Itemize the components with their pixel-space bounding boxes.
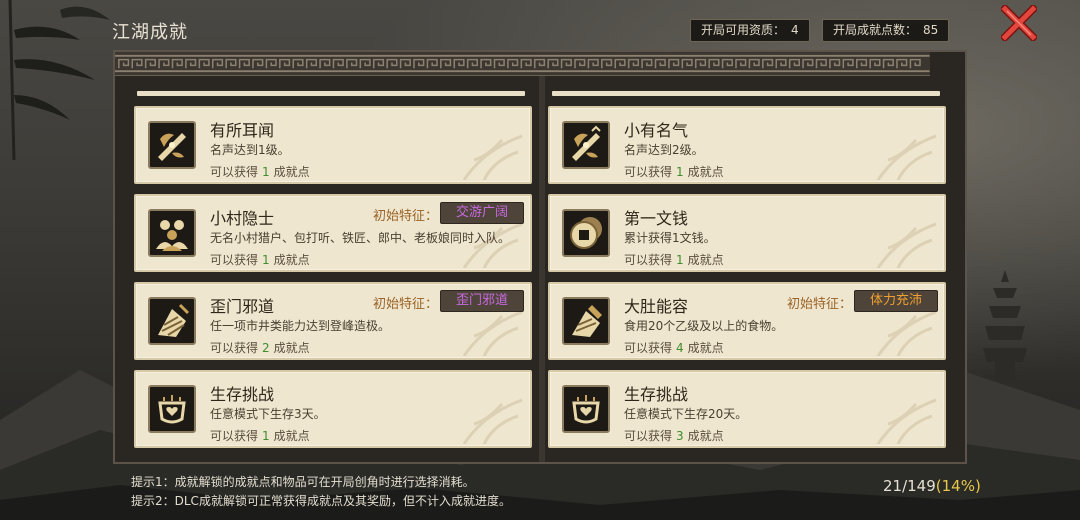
- achievement-card[interactable]: 生存挑战 任意模式下生存3天。 可以获得 1 成就点: [134, 370, 532, 448]
- achievement-card[interactable]: 小村隐士 初始特征： 交游广阔 无名小村猎户、包打听、铁匠、郎中、老板娘同时入队…: [134, 194, 532, 272]
- achievement-title: 大肚能容: [624, 297, 689, 316]
- achievement-card[interactable]: 歪门邪道 初始特征： 歪门邪道 任一项市井类能力达到登峰造极。 可以获得 2 成就点: [134, 282, 532, 360]
- reward-points: 1: [262, 429, 270, 443]
- reward-suffix: 成就点: [687, 341, 724, 355]
- achievement-reward: 可以获得 1 成就点: [210, 251, 310, 268]
- achievement-title: 小村隐士: [210, 209, 275, 228]
- available-aptitude-box: 开局可用资质： 4: [690, 19, 810, 42]
- villagers-icon: [148, 209, 196, 257]
- achievement-description: 名声达到2级。: [624, 143, 704, 157]
- pagoda-silhouette: [983, 270, 1027, 380]
- achievement-title: 歪门邪道: [210, 297, 275, 316]
- achievement-card[interactable]: 有所耳闻 名声达到1级。 可以获得 1 成就点: [134, 106, 532, 184]
- reward-points: 1: [676, 253, 684, 267]
- achievement-description: 任意模式下生存20天。: [624, 407, 748, 421]
- reward-prefix: 可以获得: [210, 429, 259, 443]
- reward-points: 1: [676, 165, 684, 179]
- survival-heart-icon: [562, 385, 610, 433]
- reward-points: 2: [262, 341, 270, 355]
- reward-suffix: 成就点: [687, 165, 724, 179]
- reward-points: 4: [676, 341, 684, 355]
- achievement-reward: 可以获得 3 成就点: [624, 427, 724, 444]
- initial-trait-label: 初始特征：: [786, 297, 852, 312]
- available-aptitude-label: 开局可用资质：: [701, 23, 786, 37]
- close-button[interactable]: [999, 3, 1039, 43]
- achievement-card[interactable]: 生存挑战 任意模式下生存20天。 可以获得 3 成就点: [548, 370, 946, 448]
- trait-badge: 歪门邪道: [440, 290, 524, 312]
- page-title: 江湖成就: [112, 22, 188, 43]
- reward-suffix: 成就点: [687, 253, 724, 267]
- reward-prefix: 可以获得: [210, 253, 259, 267]
- reward-prefix: 可以获得: [624, 341, 673, 355]
- left-column-header-bar: [137, 91, 525, 96]
- right-column-header-bar: [552, 91, 940, 96]
- initial-trait-label: 初始特征：: [372, 209, 438, 224]
- achievement-card[interactable]: 小有名气 名声达到2级。 可以获得 1 成就点: [548, 106, 946, 184]
- survival-heart-icon: [148, 385, 196, 433]
- achievement-reward: 可以获得 1 成就点: [624, 163, 724, 180]
- reward-prefix: 可以获得: [210, 341, 259, 355]
- reward-suffix: 成就点: [273, 253, 310, 267]
- crooked-path-icon: [148, 297, 196, 345]
- tip-1: 提示1：成就解锁的成就点和物品可在开局创角时进行选择消耗。: [131, 475, 475, 489]
- trait-badge: 体力充沛: [854, 290, 938, 312]
- achievement-title: 生存挑战: [624, 385, 689, 404]
- bamboo-watermark-icon: [462, 134, 523, 180]
- initial-trait-label: 初始特征：: [372, 297, 438, 312]
- bamboo-watermark-icon: [462, 398, 523, 444]
- coin-icon: [562, 209, 610, 257]
- achievement-reward: 可以获得 4 成就点: [624, 339, 724, 356]
- achievement-card[interactable]: 第一文钱 累计获得1文钱。 可以获得 1 成就点: [548, 194, 946, 272]
- achievement-points-value: 85: [923, 23, 939, 37]
- bamboo-watermark-icon: [462, 310, 523, 356]
- achievement-description: 名声达到1级。: [210, 143, 290, 157]
- achievement-reward: 可以获得 1 成就点: [210, 427, 310, 444]
- reward-suffix: 成就点: [273, 165, 310, 179]
- bamboo-watermark-icon: [876, 310, 937, 356]
- achievement-title: 有所耳闻: [210, 121, 275, 140]
- achievement-description: 无名小村猎户、包打听、铁匠、郎中、老板娘同时入队。: [210, 231, 511, 245]
- achievement-reward: 可以获得 2 成就点: [210, 339, 310, 356]
- reward-suffix: 成就点: [273, 429, 310, 443]
- bamboo-watermark-icon: [876, 134, 937, 180]
- progress-count: 21/149: [883, 477, 936, 495]
- achievement-description: 累计获得1文钱。: [624, 231, 716, 245]
- available-aptitude-value: 4: [791, 23, 799, 37]
- achievement-reward: 可以获得 1 成就点: [210, 163, 310, 180]
- reward-points: 1: [262, 165, 270, 179]
- reward-suffix: 成就点: [687, 429, 724, 443]
- tip-2: 提示2：DLC成就解锁可正常获得成就点及其奖励，但不计入成就进度。: [131, 494, 511, 508]
- achievement-title: 生存挑战: [210, 385, 275, 404]
- achievement-reward: 可以获得 1 成就点: [624, 251, 724, 268]
- bamboo-watermark-icon: [876, 398, 937, 444]
- progress-percent: (14%): [935, 477, 981, 495]
- reward-points: 3: [676, 429, 684, 443]
- achievement-progress: 21/149(14%): [883, 477, 981, 495]
- bamboo-leaves-decoration: [8, 0, 110, 160]
- reward-prefix: 可以获得: [624, 429, 673, 443]
- fame-sword-icon: [148, 121, 196, 169]
- achievement-description: 食用20个乙级及以上的食物。: [624, 319, 784, 333]
- achievement-title: 第一文钱: [624, 209, 689, 228]
- achievement-description: 任意模式下生存3天。: [210, 407, 326, 421]
- reward-prefix: 可以获得: [210, 165, 259, 179]
- food-icon: [562, 297, 610, 345]
- reward-suffix: 成就点: [273, 341, 310, 355]
- close-x-icon: [999, 3, 1039, 43]
- reward-prefix: 可以获得: [624, 165, 673, 179]
- reward-prefix: 可以获得: [624, 253, 673, 267]
- bamboo-watermark-icon: [876, 222, 937, 268]
- trait-badge: 交游广阔: [440, 202, 524, 224]
- achievement-card[interactable]: 大肚能容 初始特征： 体力充沛 食用20个乙级及以上的食物。 可以获得 4 成就点: [548, 282, 946, 360]
- reward-points: 1: [262, 253, 270, 267]
- achievement-title: 小有名气: [624, 121, 689, 140]
- column-divider: [539, 76, 545, 462]
- achievement-points-label: 开局成就点数：: [833, 23, 918, 37]
- fret-pattern-frieze: [115, 52, 930, 76]
- achievement-description: 任一项市井类能力达到登峰造极。: [210, 319, 391, 333]
- achievement-points-box: 开局成就点数： 85: [822, 19, 950, 42]
- fame-sword-icon: [562, 121, 610, 169]
